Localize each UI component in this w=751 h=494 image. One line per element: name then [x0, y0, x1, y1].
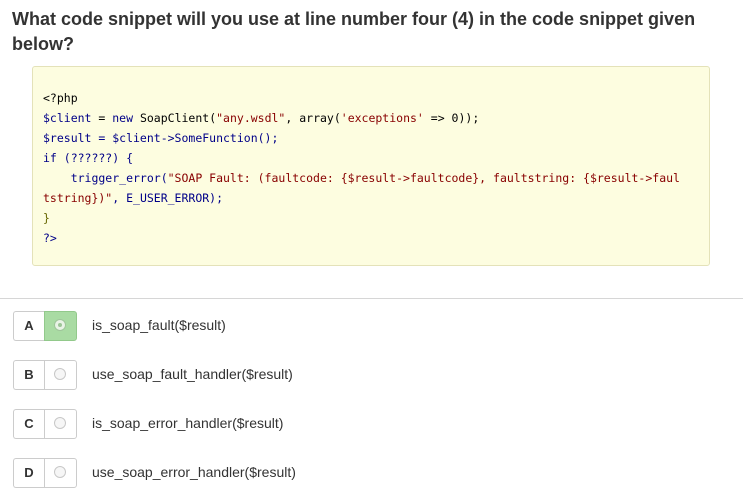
code-line-7: }: [43, 211, 50, 225]
code-line-5: trigger_error("SOAP Fault: (faultcode: {…: [43, 171, 680, 185]
option-c-radio[interactable]: [54, 417, 66, 429]
option-a-letter: A: [13, 311, 44, 341]
option-d-radio[interactable]: [54, 466, 66, 478]
option-b-label[interactable]: use_soap_fault_handler($result): [92, 366, 293, 382]
option-b-letter: B: [13, 360, 44, 390]
code-snippet: <?php $client = new SoapClient("any.wsdl…: [43, 88, 680, 248]
code-line-1: <?php: [43, 91, 78, 105]
option-b-radio-box[interactable]: [44, 360, 77, 390]
option-a-radio-box[interactable]: [44, 311, 77, 341]
option-d-label[interactable]: use_soap_error_handler($result): [92, 464, 296, 480]
option-d-letter: D: [13, 458, 44, 488]
code-line-8: ?>: [43, 231, 57, 245]
code-line-2: $client = new SoapClient("any.wsdl", arr…: [43, 111, 480, 125]
question-title: What code snippet will you use at line n…: [12, 9, 696, 54]
code-line-6: tstring})", E_USER_ERROR);: [43, 191, 224, 205]
code-line-4: if (??????) {: [43, 151, 134, 165]
option-d[interactable]: D use_soap_error_handler($result): [13, 458, 513, 488]
option-b[interactable]: B use_soap_fault_handler($result): [13, 360, 513, 390]
option-c-label[interactable]: is_soap_error_handler($result): [92, 415, 283, 431]
code-line-3: $result = $client->SomeFunction();: [43, 131, 279, 145]
option-c-letter: C: [13, 409, 44, 439]
section-divider: [0, 298, 743, 299]
option-c-radio-box[interactable]: [44, 409, 77, 439]
option-a-radio[interactable]: [54, 319, 66, 331]
option-a[interactable]: A is_soap_fault($result): [13, 311, 513, 341]
option-d-radio-box[interactable]: [44, 458, 77, 488]
option-c[interactable]: C is_soap_error_handler($result): [13, 409, 513, 439]
code-snippet-box: <?php $client = new SoapClient("any.wsdl…: [32, 66, 710, 266]
option-a-label[interactable]: is_soap_fault($result): [92, 317, 226, 333]
option-b-radio[interactable]: [54, 368, 66, 380]
